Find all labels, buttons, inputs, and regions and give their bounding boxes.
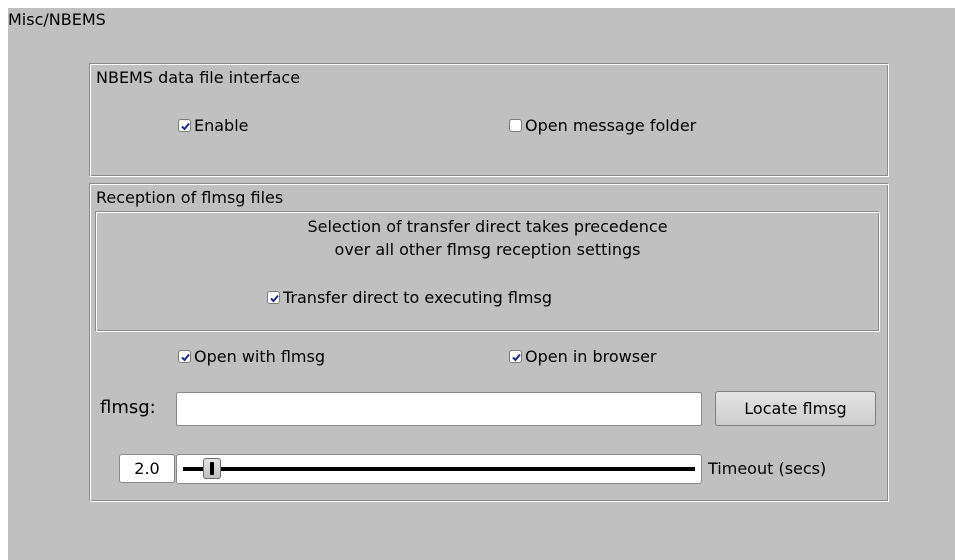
timeout-label: Timeout (secs)	[708, 459, 827, 478]
flmsg-path-label: flmsg:	[100, 397, 156, 418]
settings-panel: Misc/NBEMS NBEMS data file interface Ena…	[8, 8, 955, 560]
timeout-value[interactable]: 2.0	[119, 454, 175, 483]
reception-group-label: Reception of flmsg files	[96, 188, 284, 207]
grip-icon	[210, 462, 214, 475]
checkmark-icon	[178, 119, 191, 132]
enable-label: Enable	[194, 116, 249, 135]
precedence-info-line-2: over all other flmsg reception settings	[334, 240, 641, 259]
precedence-info-line-1: Selection of transfer direct takes prece…	[307, 217, 668, 236]
unchecked-box-icon	[509, 119, 522, 132]
locate-flmsg-button[interactable]: Locate flmsg	[715, 391, 876, 426]
open-with-flmsg-label: Open with flmsg	[194, 347, 326, 366]
slider-thumb[interactable]	[203, 458, 221, 479]
open-message-folder-label: Open message folder	[525, 116, 697, 135]
checkmark-icon	[178, 350, 191, 363]
transfer-direct-checkbox[interactable]: Transfer direct to executing flmsg	[267, 288, 552, 307]
open-in-browser-label: Open in browser	[525, 347, 657, 366]
enable-checkbox[interactable]: Enable	[178, 116, 249, 135]
checkmark-icon	[267, 291, 280, 304]
flmsg-path-input[interactable]	[176, 392, 702, 426]
checkmark-icon	[509, 350, 522, 363]
page-title: Misc/NBEMS	[8, 10, 106, 29]
transfer-direct-label: Transfer direct to executing flmsg	[283, 288, 552, 307]
slider-track	[183, 467, 695, 471]
nbems-group-label: NBEMS data file interface	[96, 68, 301, 87]
open-message-folder-checkbox[interactable]: Open message folder	[509, 116, 696, 135]
timeout-slider[interactable]	[176, 454, 702, 484]
open-with-flmsg-checkbox[interactable]: Open with flmsg	[178, 347, 325, 366]
open-in-browser-checkbox[interactable]: Open in browser	[509, 347, 657, 366]
